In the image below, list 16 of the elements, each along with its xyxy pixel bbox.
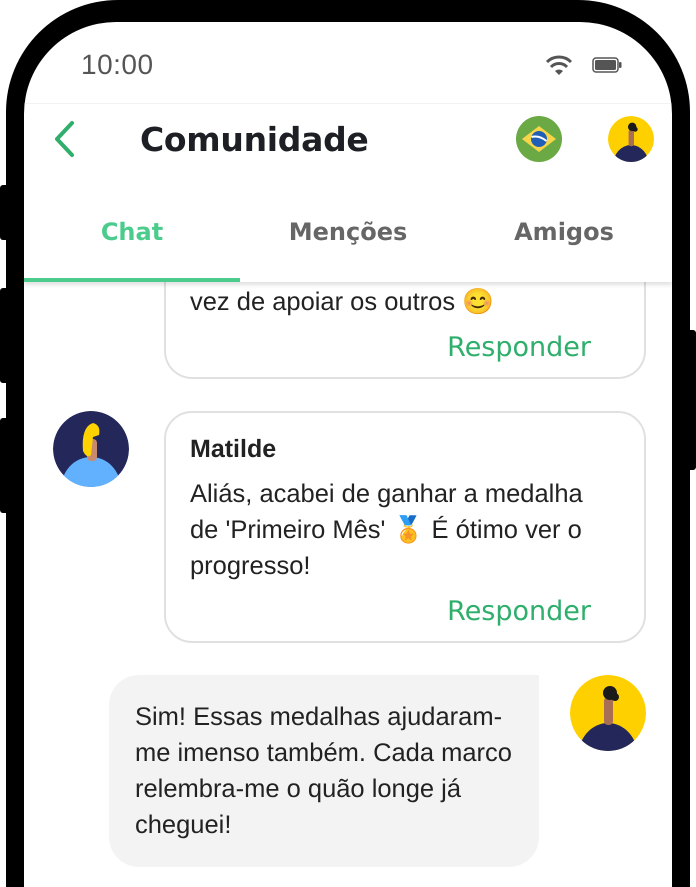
tab[interactable]: Menções (240, 204, 456, 282)
battery-icon (592, 56, 622, 72)
page-title: Comunidade (140, 120, 370, 158)
avatar-icon (53, 411, 129, 487)
message-text: vez de apoiar os outros 😊 (190, 287, 496, 318)
reply-link[interactable]: Responder (447, 596, 591, 627)
tab[interactable]: Amigos (456, 204, 672, 282)
flag-icon[interactable] (516, 116, 562, 162)
status-time: 10:00 (81, 48, 154, 80)
message-text: Aliás, acabei de ganhar a medalha de 'Primeiro Mês' 🏅 É ótimo ver o progresso! (190, 479, 584, 582)
wifi-icon (545, 54, 573, 76)
message-bubble: Sim! Essas medalhas ajudaram-me imenso também. Cada marco relembra-me o quão longe já cheguei! (109, 675, 539, 867)
avatar-icon (570, 675, 646, 751)
profile-avatar-icon[interactable] (608, 116, 654, 162)
message-author: Matilde (190, 435, 278, 464)
reply-link[interactable]: Responder (447, 332, 591, 363)
